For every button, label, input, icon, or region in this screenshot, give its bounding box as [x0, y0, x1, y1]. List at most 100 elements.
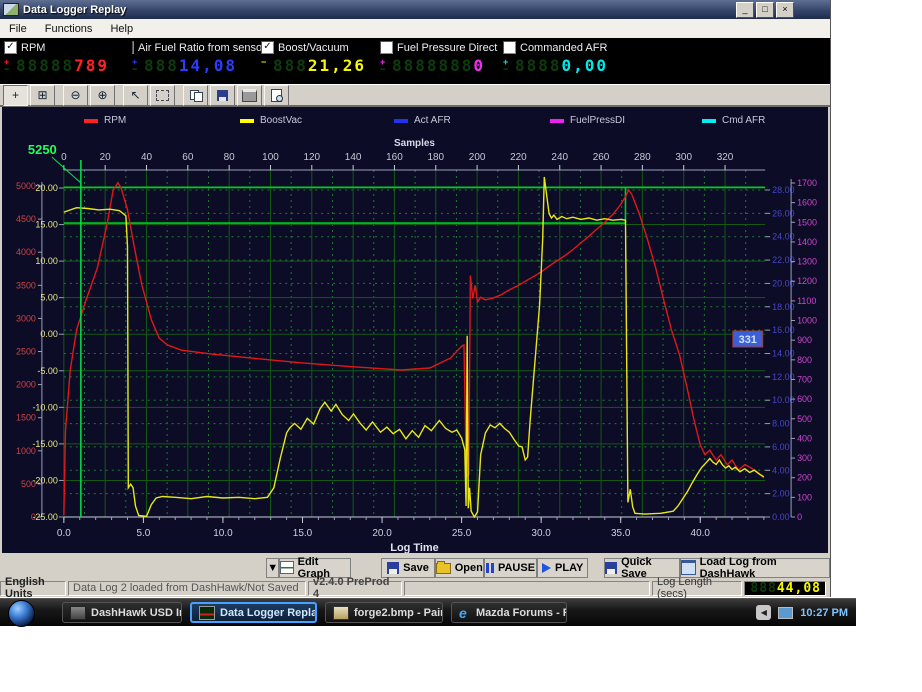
cmdafr-display: 888888880,00 [515, 56, 609, 75]
svg-text:-25.00: -25.00 [32, 512, 57, 522]
screen: Data Logger Replay _ □ × File Functions … [0, 0, 922, 692]
boost-sign-indicator: − [261, 56, 267, 67]
svg-text:260: 260 [593, 152, 610, 163]
taskbar-item-browser[interactable]: eMazda Forums - R... [451, 602, 567, 623]
svg-text:5250: 5250 [28, 142, 57, 157]
pointer-tool-icon[interactable]: ↖ [123, 84, 148, 106]
save-button[interactable]: Save [381, 557, 435, 578]
marquee-select-icon[interactable] [150, 84, 175, 106]
svg-text:1500: 1500 [797, 217, 817, 227]
taskbar-item-paint[interactable]: forge2.bmp - Paint [325, 602, 443, 623]
statusbar: English Units Data Log 2 loaded from Das… [0, 576, 830, 600]
open-button[interactable]: Open [434, 557, 484, 578]
svg-text:-5.00: -5.00 [37, 366, 57, 376]
boost-checkbox[interactable]: ✓ [261, 41, 274, 54]
chart-panel: RPM BoostVac Act AFR FuelPressDI Cmd AFR… [2, 107, 828, 553]
edit-graph-button[interactable]: Edit Graph [279, 556, 352, 580]
afr-checkbox[interactable] [132, 41, 134, 54]
data-logger-app-icon [199, 605, 215, 620]
maximize-button[interactable]: □ [756, 2, 774, 18]
tray-collapse-chevron-icon[interactable]: ◀ [756, 605, 772, 620]
fuelpress-checkbox[interactable] [380, 41, 393, 54]
svg-text:-10.00: -10.00 [32, 402, 57, 412]
svg-text:10.0: 10.0 [213, 528, 233, 539]
app-window: Data Logger Replay _ □ × File Functions … [0, 0, 831, 600]
svg-text:4.00: 4.00 [772, 465, 789, 475]
svg-text:20.0: 20.0 [372, 528, 392, 539]
svg-text:1200: 1200 [797, 276, 817, 286]
svg-text:Samples: Samples [394, 138, 435, 149]
zoom-window-tool-icon[interactable]: ⊞ [30, 84, 55, 106]
svg-text:0.0: 0.0 [57, 528, 71, 539]
svg-text:331: 331 [739, 334, 757, 346]
svg-text:800: 800 [797, 355, 812, 365]
close-button[interactable]: × [776, 2, 794, 18]
rpm-label: RPM [21, 41, 46, 54]
internet-explorer-icon: e [459, 604, 467, 621]
print-icon[interactable] [237, 84, 262, 106]
svg-text:1600: 1600 [797, 198, 817, 208]
svg-text:2000: 2000 [16, 380, 36, 390]
svg-text:140: 140 [345, 152, 362, 163]
svg-text:100: 100 [797, 492, 812, 502]
menu-functions[interactable]: Functions [36, 21, 102, 37]
svg-text:20: 20 [100, 152, 112, 163]
svg-text:240: 240 [551, 152, 568, 163]
units-panel: English Units [0, 576, 66, 600]
taskbar-item-dashhawk[interactable]: DashHawk USD Int... [62, 602, 182, 623]
svg-text:180: 180 [427, 152, 444, 163]
svg-text:1700: 1700 [797, 178, 817, 188]
svg-text:700: 700 [797, 374, 812, 384]
save-icon[interactable] [210, 84, 235, 106]
start-button[interactable] [8, 600, 35, 627]
cmdafr-sign-indicator: + − [503, 56, 509, 74]
menu-help[interactable]: Help [101, 21, 142, 37]
svg-text:Log Time: Log Time [390, 542, 439, 553]
open-folder-icon [435, 561, 451, 574]
svg-text:5.0: 5.0 [136, 528, 150, 539]
svg-text:320: 320 [717, 152, 734, 163]
clock: 10:27 PM [800, 606, 848, 619]
data-logger-plot[interactable]: 0 20 40 60 80 100 120 140 160 180 200 220 240 260 280 3… [2, 107, 828, 553]
fuelpress-label: Fuel Pressure Direct [397, 41, 498, 54]
svg-text:200: 200 [797, 473, 812, 483]
toolbar: + ⊞ ⊖ ⊕ ↖ [0, 84, 830, 107]
rpm-sign-indicator: + − [4, 56, 10, 74]
svg-text:6.00: 6.00 [772, 442, 789, 452]
svg-text:30.0: 30.0 [531, 528, 551, 539]
titlebar: Data Logger Replay _ □ × [0, 0, 830, 19]
edit-graph-dropdown[interactable]: ▼ [266, 557, 280, 578]
paint-app-icon [333, 605, 349, 620]
pause-button[interactable]: PAUSE [483, 557, 538, 578]
svg-text:25.0: 25.0 [452, 528, 472, 539]
rpm-checkbox[interactable]: ✓ [4, 41, 17, 54]
svg-text:4000: 4000 [16, 247, 36, 257]
svg-text:10.00: 10.00 [35, 256, 57, 266]
play-button[interactable]: PLAY [537, 557, 589, 578]
zoom-out-icon[interactable]: ⊖ [63, 84, 88, 106]
fuelpress-display: 88888888 0 [392, 56, 486, 75]
svg-text:1500: 1500 [16, 413, 36, 423]
svg-text:200: 200 [469, 152, 486, 163]
svg-text:-15.00: -15.00 [32, 439, 57, 449]
load-log-button[interactable]: Load Log from DashHawk [680, 556, 830, 580]
svg-text:500: 500 [797, 414, 812, 424]
svg-text:1000: 1000 [797, 316, 817, 326]
rpm-display: 88888888 789 [16, 56, 110, 75]
zoom-in-icon[interactable]: ⊕ [90, 84, 115, 106]
channel-afr: Air Fuel Ratio from sensor +− 8888888814… [132, 38, 266, 84]
track-values-tool-icon[interactable]: + [3, 84, 28, 106]
svg-text:2500: 2500 [16, 346, 36, 356]
svg-text:600: 600 [797, 394, 812, 404]
quick-save-button[interactable]: Quick Save [604, 556, 681, 580]
app-icon [3, 3, 19, 16]
minimize-button[interactable]: _ [736, 2, 754, 18]
copy-icon[interactable] [183, 84, 208, 106]
edit-graph-icon [280, 561, 294, 574]
taskbar-item-data-logger[interactable]: Data Logger Replay [190, 602, 317, 623]
svg-text:60: 60 [182, 152, 194, 163]
menu-file[interactable]: File [0, 21, 36, 37]
print-preview-icon[interactable] [264, 84, 289, 106]
cmdafr-checkbox[interactable] [503, 41, 516, 54]
boost-display: 8888888821,26 [273, 56, 367, 75]
